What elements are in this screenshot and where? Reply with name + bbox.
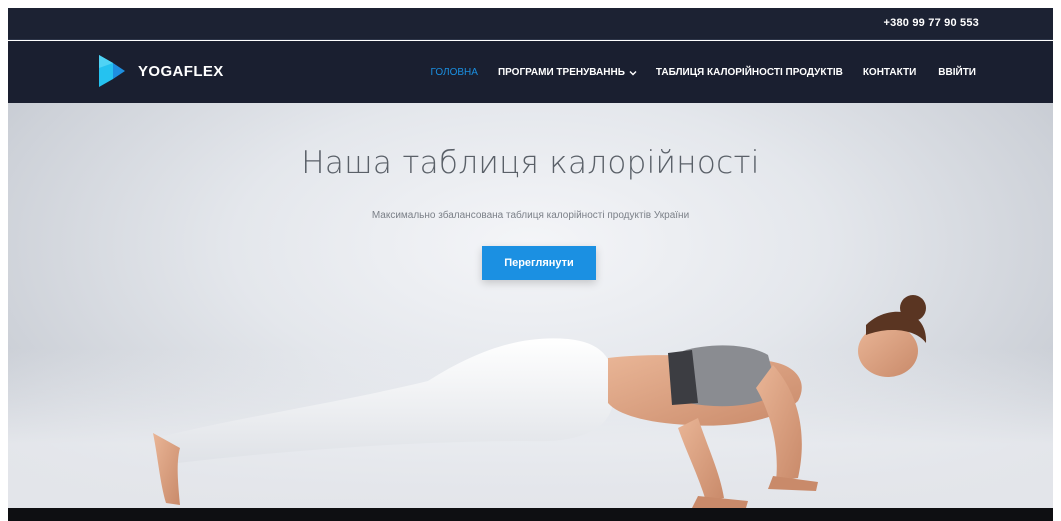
brand-name: YOGAFLEX: [138, 62, 224, 80]
nav-item-login[interactable]: ВВІЙТИ: [938, 67, 976, 78]
nav-item-programs[interactable]: ПРОГРАМИ ТРЕНУВАННЬ: [498, 67, 637, 78]
nav-item-home[interactable]: ГОЛОВНА: [431, 67, 478, 78]
hero-title: Наша таблиця калорійності: [301, 145, 760, 181]
view-button[interactable]: Переглянути: [482, 246, 596, 280]
nav-item-label: ПРОГРАМИ ТРЕНУВАННЬ: [497, 67, 625, 78]
main-menu: ГОЛОВНА ПРОГРАМИ ТРЕНУВАННЬ ТАБЛИЦЯ КАЛО…: [431, 67, 1053, 78]
nav-item-label: ВВІЙТИ: [938, 67, 976, 78]
nav-item-label: ГОЛОВНА: [430, 67, 478, 78]
page: +380 99 77 90 553 YOGAFLEX ГОЛОВНА ПРОГР…: [8, 8, 1053, 521]
nav-item-contacts[interactable]: КОНТАКТИ: [863, 67, 916, 78]
brand-logo[interactable]: YOGAFLEX: [99, 55, 224, 87]
main-navbar: YOGAFLEX ГОЛОВНА ПРОГРАМИ ТРЕНУВАННЬ ТАБ…: [8, 41, 1053, 103]
nav-item-calorie-table[interactable]: ТАБЛИЦЯ КАЛОРІЙНОСТІ ПРОДУКТІВ: [656, 67, 843, 78]
nav-item-label: КОНТАКТИ: [862, 67, 917, 78]
hero-subtitle: Максимально збалансована таблиця калорій…: [371, 210, 690, 221]
chevron-down-icon: [629, 69, 637, 77]
nav-item-label: ТАБЛИЦЯ КАЛОРІЙНОСТІ ПРОДУКТІВ: [655, 67, 843, 78]
ribbon-logo-icon: [99, 55, 125, 87]
phone-number[interactable]: +380 99 77 90 553: [884, 17, 979, 29]
section-divider: [8, 508, 1053, 521]
hero-section: Наша таблиця калорійності Максимально зб…: [8, 103, 1053, 508]
top-contact-bar: +380 99 77 90 553: [8, 8, 1053, 40]
